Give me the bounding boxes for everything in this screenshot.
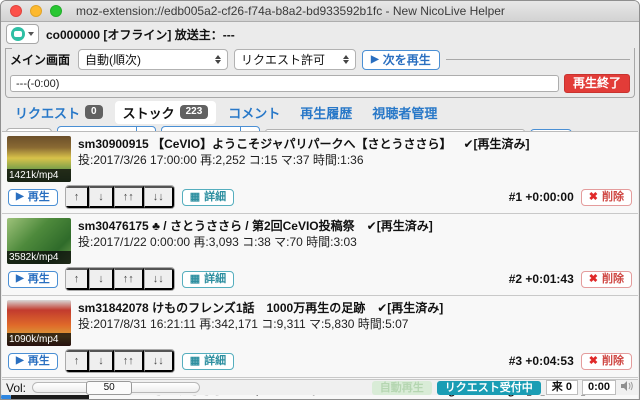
grid-icon: ▦	[189, 272, 201, 285]
play-button[interactable]: ▶ 再生	[8, 352, 58, 370]
move-button-group: ↑ ↓ ↑↑ ↓↓	[64, 185, 175, 209]
app-window: moz-extension://edb005a2-cf26-f74a-b8a2-…	[0, 0, 640, 400]
queue-position: #1 +0:00:00	[508, 190, 574, 204]
played-badge: ✔[再生済み]	[366, 219, 433, 233]
move-up-button[interactable]: ↑	[65, 350, 90, 372]
broadcast-status: co000000 [オフライン] 放送主：---	[46, 27, 235, 42]
tab-request[interactable]: リクエスト 0	[7, 101, 111, 124]
move-down-button[interactable]: ↓	[89, 268, 114, 290]
stock-item: 1090k/mp4 sm31842078 けものフレンズ1話 1000万再生の足…	[2, 296, 638, 378]
auto-play-toggle[interactable]: 自動再生	[371, 380, 432, 395]
played-badge: ✔[再生済み]	[377, 301, 444, 315]
detail-button[interactable]: ▦ 詳細	[181, 352, 235, 370]
tab-viewer-management[interactable]: 視聴者管理	[364, 101, 445, 124]
end-play-button[interactable]: 再生終了	[563, 74, 630, 94]
cross-icon: ✖	[588, 354, 598, 367]
tab-stock[interactable]: ストック 223	[114, 100, 217, 124]
move-bottom-button[interactable]: ↓↓	[143, 268, 174, 290]
main-panel-legend: メイン画面	[10, 53, 71, 67]
now-playing-field[interactable]	[10, 75, 559, 93]
request-accepting-toggle[interactable]: リクエスト受付中	[436, 380, 541, 395]
grid-icon: ▦	[189, 354, 201, 367]
broadcaster-row: co000000 [オフライン] 放送主：---	[1, 22, 639, 46]
video-info: 投:2017/3/26 17:00:00 再:2,252 コ:15 マ:37 時…	[78, 153, 364, 167]
move-down-button[interactable]: ↓	[89, 350, 114, 372]
request-count-badge: 0	[85, 105, 103, 120]
detail-button[interactable]: ▦ 詳細	[181, 188, 235, 206]
chevron-down-icon	[28, 32, 34, 36]
nicolive-icon	[11, 27, 25, 41]
tab-bar: リクエスト 0 ストック 223 コメント 再生履歴 視聴者管理	[1, 100, 639, 124]
play-button[interactable]: ▶ 再生	[8, 270, 58, 288]
move-down-button[interactable]: ↓	[89, 186, 114, 208]
cross-icon: ✖	[588, 272, 598, 285]
speaker-icon[interactable]	[621, 380, 634, 395]
move-button-group: ↑ ↓ ↑↑ ↓↓	[64, 349, 175, 373]
select-arrows-icon	[215, 55, 222, 64]
move-up-button[interactable]: ↑	[65, 186, 90, 208]
request-permission-select[interactable]: リクエスト許可	[234, 49, 357, 70]
cross-icon: ✖	[588, 190, 598, 203]
volume-slider-thumb[interactable]: 50	[86, 381, 133, 395]
move-top-button[interactable]: ↑↑	[113, 186, 144, 208]
video-info: 投:2017/8/31 16:21:11 再:342,171 コ:9,311 マ…	[78, 317, 409, 331]
delete-button[interactable]: ✖ 削除	[580, 352, 632, 370]
close-button[interactable]	[10, 5, 22, 17]
bitrate-label: 3582k/mp4	[7, 251, 71, 264]
move-top-button[interactable]: ↑↑	[113, 350, 144, 372]
main-panel: メイン画面 自動(順次) リクエスト許可 ▶ 次を再生 再生終了	[5, 48, 635, 99]
move-bottom-button[interactable]: ↓↓	[143, 350, 174, 372]
video-thumbnail: 3582k/mp4	[7, 218, 71, 264]
stock-list: 1421k/mp4 sm30900915 【CeVIO】ようこそジャパリパークへ…	[2, 131, 638, 399]
video-thumbnail: 1421k/mp4	[7, 136, 71, 182]
delete-button[interactable]: ✖ 削除	[580, 270, 632, 288]
zoom-button[interactable]	[50, 5, 62, 17]
select-arrows-icon	[343, 55, 350, 64]
window-title: moz-extension://edb005a2-cf26-f74a-b8a2-…	[76, 4, 505, 18]
queue-position: #3 +0:04:53	[508, 354, 574, 368]
video-title: sm30476175 ♣ / さとうささら / 第2回CeVIO投稿祭 ✔[再生済…	[78, 219, 433, 233]
stock-item: 3582k/mp4 sm30476175 ♣ / さとうささら / 第2回CeV…	[2, 214, 638, 296]
delete-button[interactable]: ✖ 削除	[580, 188, 632, 206]
grid-icon: ▦	[189, 190, 201, 203]
broadcaster-menu-button[interactable]	[6, 24, 39, 44]
visitor-count: 来 0	[545, 380, 578, 395]
title-bar: moz-extension://edb005a2-cf26-f74a-b8a2-…	[1, 1, 639, 22]
move-up-button[interactable]: ↑	[65, 268, 90, 290]
play-button[interactable]: ▶ 再生	[8, 188, 58, 206]
move-button-group: ↑ ↓ ↑↑ ↓↓	[64, 267, 175, 291]
move-top-button[interactable]: ↑↑	[113, 268, 144, 290]
video-thumbnail: 1090k/mp4	[7, 300, 71, 346]
move-bottom-button[interactable]: ↓↓	[143, 186, 174, 208]
status-bar: Vol: 50 自動再生 リクエスト受付中 来 0 0:00	[2, 379, 638, 395]
play-icon: ▶	[371, 53, 379, 65]
play-icon: ▶	[16, 355, 24, 366]
volume-label: Vol:	[6, 380, 27, 395]
video-title: sm30900915 【CeVIO】ようこそジャパリパークへ【さとうささら】 ✔[…	[78, 137, 530, 151]
minimize-button[interactable]	[30, 5, 42, 17]
play-next-button[interactable]: ▶ 次を再生	[362, 49, 440, 70]
video-title: sm31842078 けものフレンズ1話 1000万再生の足跡 ✔[再生済み]	[78, 301, 444, 315]
play-icon: ▶	[16, 191, 24, 202]
stock-item: 1421k/mp4 sm30900915 【CeVIO】ようこそジャパリパークへ…	[2, 132, 638, 214]
tab-comment[interactable]: コメント	[220, 101, 288, 124]
play-icon: ▶	[16, 273, 24, 284]
tab-play-history[interactable]: 再生履歴	[292, 101, 360, 124]
volume-slider[interactable]: 50	[32, 381, 201, 395]
elapsed-time: 0:00	[581, 380, 616, 395]
detail-button[interactable]: ▦ 詳細	[181, 270, 235, 288]
video-info: 投:2017/1/22 0:00:00 再:3,093 コ:38 マ:70 時間…	[78, 235, 357, 249]
queue-position: #2 +0:01:43	[508, 272, 574, 286]
stock-count-badge: 223	[179, 105, 209, 120]
play-mode-select[interactable]: 自動(順次)	[78, 49, 229, 70]
panel-border-line	[445, 59, 630, 60]
bitrate-label: 1090k/mp4	[7, 333, 71, 346]
played-badge: ✔[再生済み]	[463, 137, 530, 151]
bitrate-label: 1421k/mp4	[7, 169, 71, 182]
next-thumbnail-fragment	[11, 395, 89, 399]
